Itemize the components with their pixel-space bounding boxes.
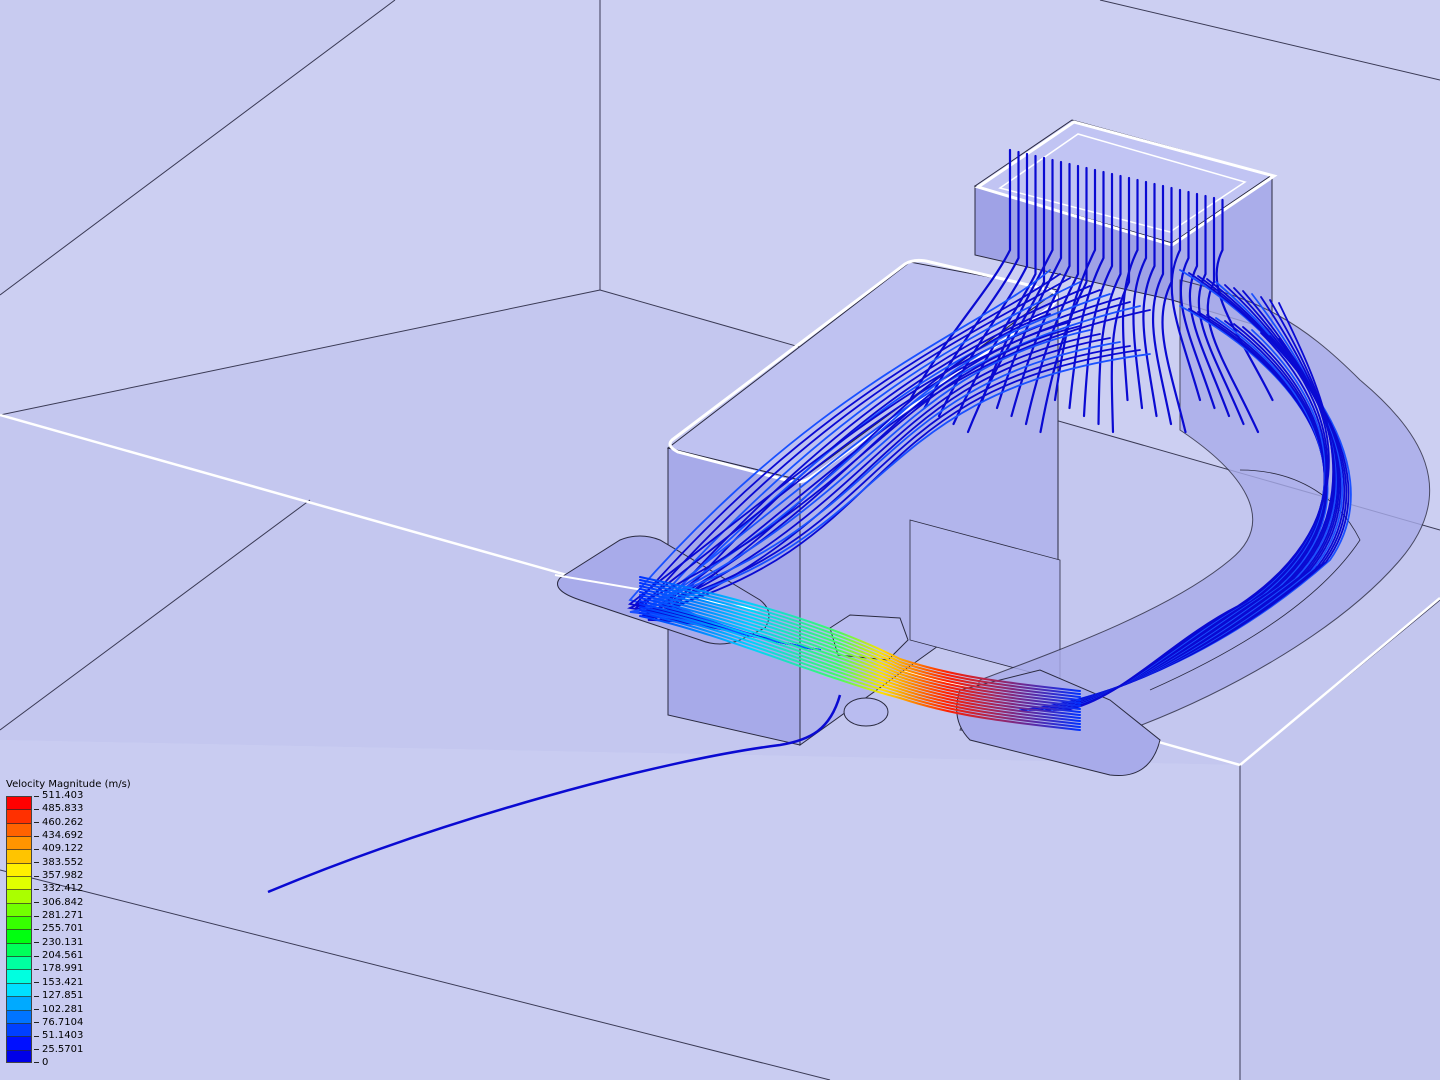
legend-tick-label: 0 <box>34 1056 83 1069</box>
legend-tick-label: 76.7104 <box>34 1016 83 1029</box>
legend-swatch <box>7 1023 31 1038</box>
legend-tick-label: 153.421 <box>34 976 83 989</box>
legend-swatch <box>7 903 31 918</box>
legend-swatch <box>7 930 31 944</box>
legend-swatch <box>7 863 31 878</box>
legend-swatch <box>7 1010 31 1024</box>
legend-tick-label: 281.271 <box>34 909 83 922</box>
legend-tick-label: 51.1403 <box>34 1029 83 1042</box>
legend-swatch <box>7 1050 31 1062</box>
legend-swatch <box>7 970 31 984</box>
legend-tick-label: 255.701 <box>34 922 83 935</box>
legend-tick-label: 357.982 <box>34 869 83 882</box>
legend-tick-label: 102.281 <box>34 1003 83 1016</box>
legend-labels: 511.403 485.833 460.262 434.692 409.122 383.5… <box>34 789 83 1069</box>
legend-swatch <box>7 797 31 811</box>
legend-swatch <box>7 877 31 891</box>
domain-front-face <box>0 740 1240 1080</box>
legend-swatch <box>7 983 31 998</box>
legend-swatch <box>7 1037 31 1051</box>
legend-swatch <box>7 943 31 958</box>
legend-tick-label: 511.403 <box>34 789 83 802</box>
legend-tick-label: 460.262 <box>34 816 83 829</box>
legend-swatch <box>7 810 31 824</box>
legend-color-bar <box>6 796 32 1063</box>
flow-scene[interactable] <box>0 0 1440 1080</box>
legend-tick-label: 306.842 <box>34 896 83 909</box>
legend-body: 511.403 485.833 460.262 434.692 409.122 383.5… <box>6 790 166 1068</box>
legend-tick-label: 409.122 <box>34 842 83 855</box>
cfd-viewport[interactable]: Velocity Magnitude (m/s) 511.403 485.833 4… <box>0 0 1440 1080</box>
legend-tick-label: 332.412 <box>34 882 83 895</box>
velocity-legend: Velocity Magnitude (m/s) 511.403 485.833 4… <box>6 778 166 1068</box>
legend-tick-label: 25.5701 <box>34 1043 83 1056</box>
legend-tick-label: 230.131 <box>34 936 83 949</box>
legend-tick-label: 485.833 <box>34 802 83 815</box>
legend-title: Velocity Magnitude (m/s) <box>6 779 131 790</box>
legend-tick-label: 434.692 <box>34 829 83 842</box>
legend-swatch <box>7 997 31 1011</box>
legend-swatch <box>7 917 31 931</box>
legend-swatch <box>7 957 31 971</box>
legend-swatch <box>7 890 31 904</box>
legend-tick-label: 383.552 <box>34 856 83 869</box>
legend-swatch <box>7 837 31 851</box>
legend-swatch <box>7 823 31 838</box>
legend-tick-label: 204.561 <box>34 949 83 962</box>
legend-tick-label: 127.851 <box>34 989 83 1002</box>
legend-swatch <box>7 850 31 864</box>
legend-tick-label: 178.991 <box>34 962 83 975</box>
